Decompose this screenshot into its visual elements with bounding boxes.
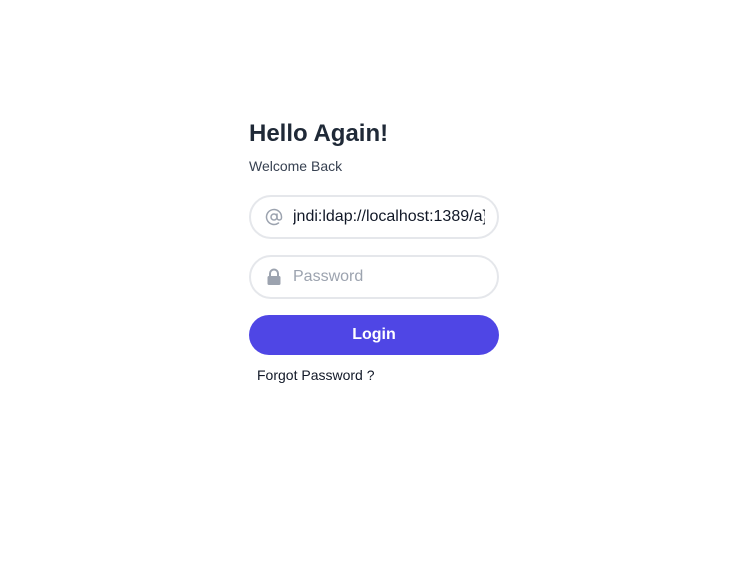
- page-subtitle: Welcome Back: [249, 158, 343, 174]
- forgot-password-link[interactable]: Forgot Password ?: [257, 367, 375, 383]
- email-field-container: [249, 195, 499, 239]
- password-field-container: [249, 255, 499, 299]
- lock-icon: [265, 268, 283, 286]
- login-card: Hello Again! Welcome Back Login Forgot P…: [249, 118, 499, 385]
- page-title: Hello Again!: [249, 120, 389, 147]
- login-button[interactable]: Login: [249, 315, 499, 355]
- at-sign-icon: [265, 208, 283, 226]
- password-input[interactable]: [293, 268, 485, 286]
- email-input[interactable]: [293, 208, 485, 226]
